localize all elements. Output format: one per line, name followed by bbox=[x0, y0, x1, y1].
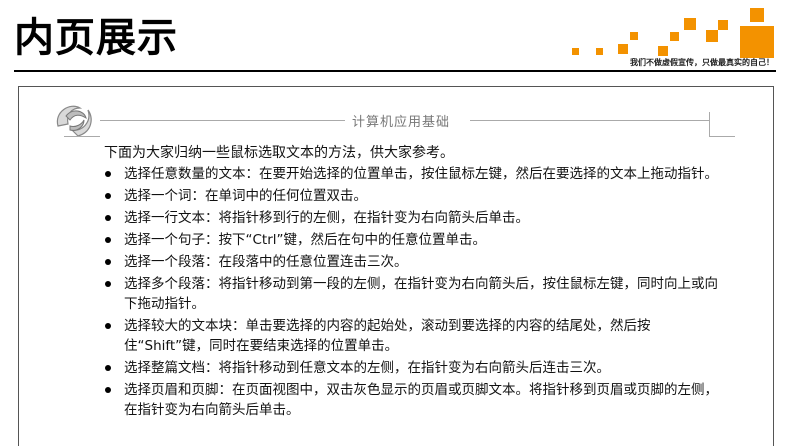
header-rule-right-foot bbox=[709, 136, 735, 137]
slogan: 我们不做虚假宣传，只做最真实的自己！ bbox=[630, 58, 774, 67]
header-rule-right bbox=[470, 120, 710, 121]
bullet-icon bbox=[105, 365, 111, 371]
list-item: 选择页眉和页脚：在页面视图中，双击灰色显示的页眉或页脚文本。将指针移到页眉或页脚… bbox=[102, 380, 722, 420]
list-item-text: 选择页眉和页脚：在页面视图中，双击灰色显示的页眉或页脚文本。将指针移到页眉或页脚… bbox=[124, 382, 718, 418]
method-list: 选择任意数量的文本：在要开始选择的位置单击，按住鼠标左键，然后在要选择的文本上拖… bbox=[102, 164, 722, 422]
header-rule-left bbox=[100, 120, 345, 121]
list-item-text: 选择较大的文本块：单击要选择的内容的起始处，滚动到要选择的内容的结尾处，然后按住… bbox=[124, 318, 651, 354]
list-item-text: 选择任意数量的文本：在要开始选择的位置单击，按住鼠标左键，然后在要选择的文本上拖… bbox=[124, 166, 718, 182]
list-item: 选择任意数量的文本：在要开始选择的位置单击，按住鼠标左键，然后在要选择的文本上拖… bbox=[102, 164, 722, 184]
list-item-text: 选择一个段落：在段落中的任意位置连击三次。 bbox=[124, 254, 408, 270]
book-logo-icon bbox=[56, 105, 92, 137]
bullet-icon bbox=[105, 215, 111, 221]
list-item: 选择一个词：在单词中的任何位置双击。 bbox=[102, 186, 722, 206]
list-item-text: 选择整篇文档：将指针移动到任意文本的左侧，在指针变为右向箭头后连击三次。 bbox=[124, 360, 610, 376]
page-title: 内页展示 bbox=[14, 15, 178, 61]
list-item: 选择整篇文档：将指针移动到任意文本的左侧，在指针变为右向箭头后连击三次。 bbox=[102, 358, 722, 378]
bullet-icon bbox=[105, 171, 111, 177]
list-item: 选择一个段落：在段落中的任意位置连击三次。 bbox=[102, 252, 722, 272]
list-item-text: 选择多个段落：将指针移动到第一段的左侧，在指针变为右向箭头后，按住鼠标左键，同时… bbox=[124, 276, 718, 312]
title-divider bbox=[14, 70, 776, 72]
bullet-icon bbox=[105, 387, 111, 393]
bullet-icon bbox=[105, 323, 111, 329]
list-item: 选择一行文本：将指针移到行的左侧，在指针变为右向箭头后单击。 bbox=[102, 208, 722, 228]
header-rule-right-tick bbox=[709, 112, 710, 136]
bullet-icon bbox=[105, 237, 111, 243]
list-item: 选择多个段落：将指针移动到第一段的左侧，在指针变为右向箭头后，按住鼠标左键，同时… bbox=[102, 274, 722, 314]
list-item: 选择较大的文本块：单击要选择的内容的起始处，滚动到要选择的内容的结尾处，然后按住… bbox=[102, 316, 722, 356]
list-item: 选择一个句子：按下“Ctrl”键，然后在句中的任意位置单击。 bbox=[102, 230, 722, 250]
bullet-icon bbox=[105, 281, 111, 287]
bullet-icon bbox=[105, 259, 111, 265]
bullet-icon bbox=[105, 193, 111, 199]
intro-paragraph: 下面为大家归纳一些鼠标选取文本的方法，供大家参考。 bbox=[104, 145, 454, 161]
list-item-text: 选择一行文本：将指针移到行的左侧，在指针变为右向箭头后单击。 bbox=[124, 210, 529, 226]
list-item-text: 选择一个句子：按下“Ctrl”键，然后在句中的任意位置单击。 bbox=[124, 232, 487, 248]
header-rule-left-tick bbox=[64, 136, 100, 137]
list-item-text: 选择一个词：在单词中的任何位置双击。 bbox=[124, 188, 367, 204]
running-head: 计算机应用基础 bbox=[352, 115, 451, 130]
